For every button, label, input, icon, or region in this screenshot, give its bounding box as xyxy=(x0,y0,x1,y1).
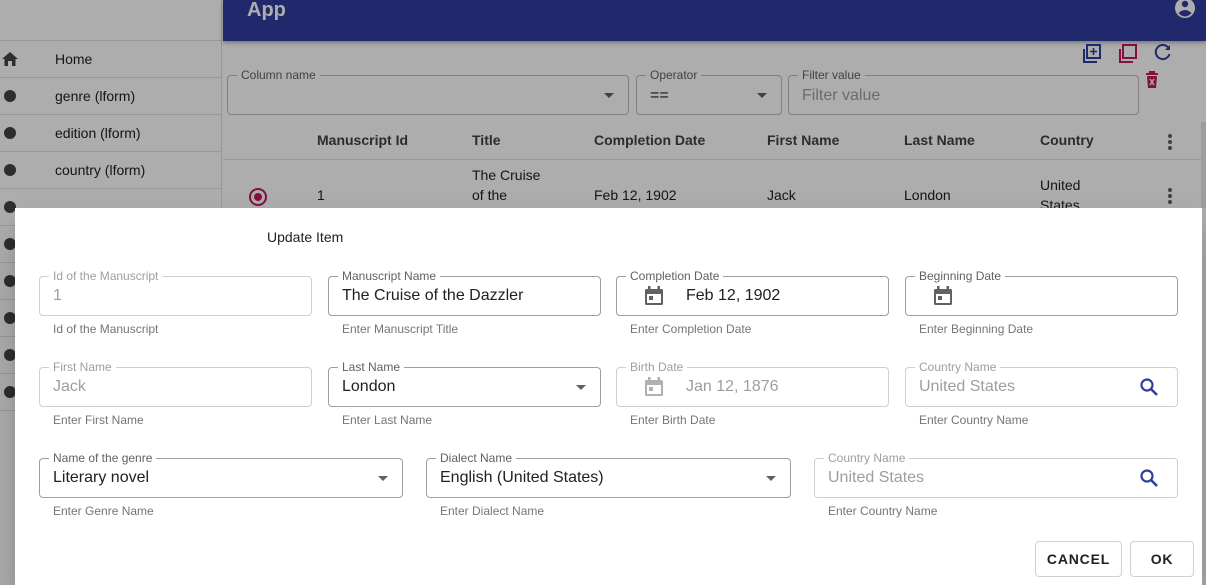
first-name-value: Jack xyxy=(53,378,86,395)
country-name-hint: Enter Country Name xyxy=(828,504,938,518)
birth-date-hint: Enter Birth Date xyxy=(630,413,716,427)
last-name-select[interactable]: Last Name London xyxy=(328,360,601,407)
manuscript-id-value: 1 xyxy=(53,287,62,304)
genre-name-select[interactable]: Name of the genre Literary novel xyxy=(39,451,403,498)
first-name-field: First Name Jack xyxy=(39,360,312,407)
manuscript-id-label: Id of the Manuscript xyxy=(49,269,163,283)
dialect-name-value: English (United States) xyxy=(440,469,604,486)
manuscript-name-field[interactable]: Manuscript Name The Cruise of the Dazzle… xyxy=(328,269,601,316)
country-name-value: United States xyxy=(828,469,925,486)
dialect-name-select[interactable]: Dialect Name English (United States) xyxy=(426,451,791,498)
update-item-dialog: Update Item Id of the Manuscript 1 Id of… xyxy=(15,208,1202,585)
calendar-icon[interactable] xyxy=(933,286,953,306)
completion-date-hint: Enter Completion Date xyxy=(630,322,752,336)
country-name-label: Country Name xyxy=(915,360,1001,374)
cancel-button[interactable]: CANCEL xyxy=(1035,541,1122,577)
manuscript-id-hint: Id of the Manuscript xyxy=(53,322,159,336)
first-name-hint: Enter First Name xyxy=(53,413,144,427)
manuscript-name-hint: Enter Manuscript Title xyxy=(342,322,459,336)
birth-date-value: Jan 12, 1876 xyxy=(686,378,779,395)
dialect-name-hint: Enter Dialect Name xyxy=(440,504,545,518)
country-name-hint: Enter Country Name xyxy=(919,413,1029,427)
chevron-down-icon xyxy=(766,476,776,481)
genre-name-label: Name of the genre xyxy=(49,451,157,465)
last-name-value: London xyxy=(342,378,396,395)
chevron-down-icon xyxy=(378,476,388,481)
country-name-field: Country Name United States xyxy=(905,360,1178,407)
dialog-title: Update Item xyxy=(267,229,344,245)
search-icon[interactable] xyxy=(1139,377,1159,397)
manuscript-name-label: Manuscript Name xyxy=(338,269,441,283)
beginning-date-hint: Enter Beginning Date xyxy=(919,322,1034,336)
country-name-label: Country Name xyxy=(824,451,910,465)
calendar-icon[interactable] xyxy=(644,286,664,306)
calendar-icon xyxy=(644,377,664,397)
last-name-label: Last Name xyxy=(338,360,405,374)
country-name-field: Country Name United States xyxy=(814,451,1178,498)
completion-date-field[interactable]: Completion Date Feb 12, 1902 xyxy=(616,269,889,316)
beginning-date-field[interactable]: Beginning Date xyxy=(905,269,1178,316)
search-icon[interactable] xyxy=(1139,468,1159,488)
dialect-name-label: Dialect Name xyxy=(436,451,517,465)
genre-name-value: Literary novel xyxy=(53,469,150,486)
birth-date-label: Birth Date xyxy=(626,360,688,374)
completion-date-label: Completion Date xyxy=(626,269,724,283)
chevron-down-icon xyxy=(576,385,586,390)
first-name-label: First Name xyxy=(49,360,116,374)
completion-date-value: Feb 12, 1902 xyxy=(686,287,781,304)
ok-button[interactable]: OK xyxy=(1130,541,1194,577)
beginning-date-label: Beginning Date xyxy=(915,269,1006,283)
birth-date-field: Birth Date Jan 12, 1876 xyxy=(616,360,889,407)
manuscript-name-value: The Cruise of the Dazzler xyxy=(342,287,524,304)
manuscript-id-field: Id of the Manuscript 1 xyxy=(39,269,312,316)
last-name-hint: Enter Last Name xyxy=(342,413,433,427)
country-name-value: United States xyxy=(919,378,1016,395)
genre-name-hint: Enter Genre Name xyxy=(53,504,154,518)
